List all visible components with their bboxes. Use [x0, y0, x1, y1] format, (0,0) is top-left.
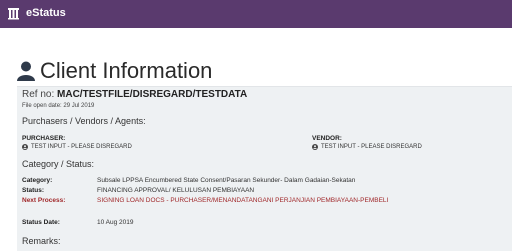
user-circle-icon	[22, 144, 28, 150]
vendor-entry: TEST INPUT - PLEASE DISREGARD	[312, 144, 422, 150]
vendor-label: VENDOR:	[312, 135, 342, 142]
vendor-value: TEST INPUT - PLEASE DISREGARD	[321, 144, 422, 150]
top-navbar: eStatus	[0, 0, 512, 28]
brand-link[interactable]: eStatus	[7, 7, 66, 20]
page-header: Client Information	[17, 58, 212, 84]
file-open-date: File open date: 29 Jul 2019	[22, 103, 95, 109]
category-value: Subsale LPPSA Encumbered State Consent/P…	[97, 177, 356, 184]
page-title: Client Information	[40, 58, 213, 83]
category-label: Category:	[22, 177, 53, 184]
ref-line: Ref no: MAC/TESTFILE/DISREGARD/TESTDATA	[22, 89, 247, 100]
next-process-value: SIGNING LOAN DOCS - PURCHASER/MENANDATAN…	[97, 197, 389, 204]
status-label: Status:	[22, 187, 45, 194]
ref-value: MAC/TESTFILE/DISREGARD/TESTDATA	[57, 89, 248, 100]
ref-label: Ref no:	[22, 89, 55, 100]
client-info-panel: Ref no: MAC/TESTFILE/DISREGARD/TESTDATA …	[17, 86, 512, 251]
user-icon	[17, 61, 35, 81]
app-name: eStatus	[26, 7, 66, 19]
user-circle-icon	[312, 144, 318, 150]
status-date-value: 10 Aug 2019	[97, 219, 134, 226]
category-heading: Category / Status:	[22, 159, 95, 169]
remarks-heading: Remarks:	[22, 236, 61, 246]
purchaser-entry: TEST INPUT - PLEASE DISREGARD	[22, 144, 132, 150]
status-value: FINANCING APPROVAL/ KELULUSAN PEMBIAYAAN	[97, 187, 255, 194]
building-icon	[7, 7, 20, 20]
purchaser-value: TEST INPUT - PLEASE DISREGARD	[31, 144, 132, 150]
status-date-label: Status Date:	[22, 219, 60, 226]
next-process-label: Next Process:	[22, 197, 66, 204]
parties-heading: Purchasers / Vendors / Agents:	[22, 116, 146, 126]
purchaser-label: PURCHASER:	[22, 135, 66, 142]
